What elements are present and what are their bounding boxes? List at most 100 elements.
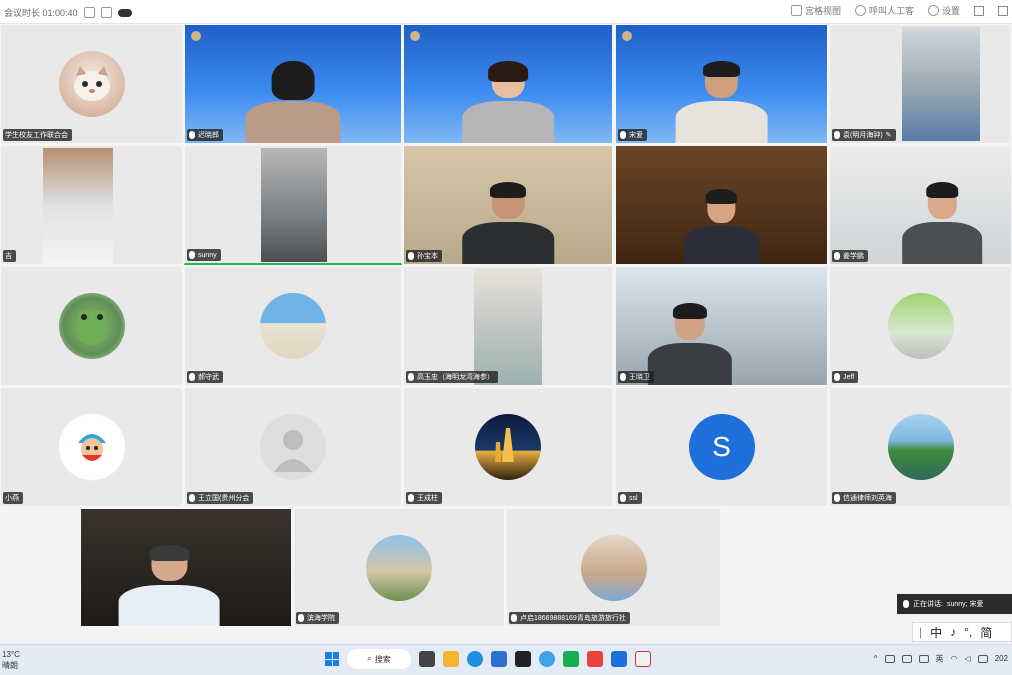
ime-simplified-button[interactable]: 简 <box>980 624 992 641</box>
wps-icon[interactable] <box>587 651 603 667</box>
editor-app-icon[interactable] <box>635 651 651 667</box>
maximize-icon[interactable] <box>998 5 1008 16</box>
wifi-icon[interactable]: ◠ <box>951 654 958 663</box>
battery-icon[interactable] <box>977 654 988 663</box>
keyboard-icon[interactable] <box>918 654 929 663</box>
letter-avatar: S <box>688 414 755 480</box>
participant-tile[interactable]: 卢启18669888169青岛旅游旅行社 <box>506 508 721 627</box>
participant-tile[interactable] <box>615 145 828 265</box>
meeting-toolbar: 会议时长 01:00:40 宫格视图 呼叫人工客 设置 <box>0 0 1012 24</box>
display-icon[interactable] <box>901 654 912 663</box>
volume-icon[interactable]: ◁ <box>964 654 970 663</box>
school-logo <box>191 31 201 41</box>
tencent-meeting-icon[interactable] <box>611 651 627 667</box>
windows-start-icon[interactable] <box>325 652 339 666</box>
participant-tile[interactable]: 学生校友工作联合会 <box>0 24 183 144</box>
participant-tile[interactable]: Jeff <box>829 266 1012 386</box>
participant-name: ssl <box>618 492 642 504</box>
ime-punct-button[interactable]: °, <box>964 625 972 639</box>
edit-icon[interactable] <box>100 7 112 18</box>
taskbar-search[interactable]: ⌕ 搜索 <box>347 649 411 669</box>
speaking-indicator: 正在讲话: sunny; 宋爱 <box>897 594 1012 614</box>
participant-name: Jeff <box>832 371 859 383</box>
minimize-icon[interactable] <box>974 5 984 16</box>
mic-icon <box>511 614 517 622</box>
layout-button[interactable]: 宫格视图 <box>790 4 841 17</box>
clock[interactable]: 202 <box>995 654 1008 663</box>
settings-icon <box>927 5 939 16</box>
participant-tile[interactable]: 姜学鹏 <box>829 145 1012 265</box>
participant-video <box>118 544 220 626</box>
edit-icon: ✎ <box>885 132 892 139</box>
cartoon-avatar <box>58 414 125 480</box>
participant-tile[interactable]: 信通律师刘英海 <box>829 387 1012 507</box>
participant-name: 小燕 <box>3 492 23 504</box>
participant-tile[interactable]: 袁(明月海钟) ✎ <box>829 24 1012 144</box>
mic-icon <box>408 252 414 260</box>
cloud-icon[interactable] <box>117 8 132 17</box>
meeting-duration: 会议时长 01:00:40 <box>4 8 78 18</box>
participant-tile[interactable]: 王晓卫 <box>615 266 828 386</box>
participant-name: 宋爱 <box>618 129 647 141</box>
ime-toolbar[interactable]: | 中 ♪ °, 简 <box>912 622 1012 642</box>
mic-icon <box>834 373 840 381</box>
participant-tile[interactable] <box>403 24 613 144</box>
weather-widget[interactable]: 13°C 晴朗 <box>2 649 20 671</box>
participant-name: 姜学鹏 <box>832 250 868 262</box>
participant-tile[interactable]: 吉 <box>0 145 183 265</box>
participant-name: 信通律师刘英海 <box>832 492 896 504</box>
participant-tile[interactable]: 郝守武 <box>184 266 402 386</box>
mic-icon <box>189 494 195 502</box>
participant-tile[interactable]: 小燕 <box>0 387 183 507</box>
ime-mode-button[interactable]: 中 <box>930 624 942 641</box>
participant-name: 卢启18669888169青岛旅游旅行社 <box>509 612 630 624</box>
participant-tile[interactable]: 迟晓郎 <box>184 24 402 144</box>
windows-taskbar: 13°C 晴朗 ⌕ 搜索 ^ 英 ◠ ◁ 202 <box>0 644 1012 675</box>
beach-avatar <box>260 293 326 359</box>
lake-avatar <box>887 414 954 480</box>
participant-tile[interactable]: 高玉忠（海明龙湾海参） <box>403 266 613 386</box>
wechat-icon[interactable] <box>563 651 579 667</box>
assistant-button[interactable]: 呼叫人工客 <box>854 4 914 17</box>
participant-tile[interactable]: 宋爱 <box>615 24 828 144</box>
participant-tile[interactable]: sunny <box>184 145 402 265</box>
participant-name: 吉 <box>3 250 16 262</box>
ime-grip-icon: | <box>919 625 923 639</box>
input-language[interactable]: 英 <box>936 653 944 664</box>
cloud-sync-icon[interactable] <box>884 654 895 663</box>
ime-moon-button[interactable]: ♪ <box>950 625 956 639</box>
frog-avatar <box>58 293 125 359</box>
participant-tile[interactable]: 王成柱 <box>403 387 613 507</box>
file-explorer-icon[interactable] <box>443 651 459 667</box>
share-icon[interactable] <box>83 7 95 18</box>
participant-tile[interactable] <box>0 266 183 386</box>
participant-name: 迟晓郎 <box>187 129 223 141</box>
participant-name: 袁(明月海钟) ✎ <box>832 129 896 141</box>
mic-icon <box>189 251 195 259</box>
task-view-icon[interactable] <box>419 651 435 667</box>
participant-tile[interactable]: 王立国(贵州分会 <box>184 387 402 507</box>
store-icon[interactable] <box>491 651 507 667</box>
mic-icon <box>620 494 626 502</box>
mic-icon <box>408 494 414 502</box>
cat-avatar <box>58 51 125 117</box>
participant-video <box>245 61 341 143</box>
system-tray: ^ 英 ◠ ◁ 202 <box>874 653 1008 664</box>
participant-tile[interactable]: 孙宝本 <box>403 145 613 265</box>
participant-tile[interactable] <box>80 508 292 627</box>
chevron-up-icon[interactable]: ^ <box>874 654 878 663</box>
participant-name: 王晓卫 <box>618 371 654 383</box>
browser-app-icon[interactable] <box>539 651 555 667</box>
participant-tile[interactable]: S ssl <box>615 387 828 507</box>
school-logo <box>622 31 632 41</box>
participant-name: 高玉忠（海明龙湾海参） <box>406 371 498 383</box>
mic-icon <box>620 373 626 381</box>
settings-button[interactable]: 设置 <box>927 4 960 17</box>
participant-name: 王立国(贵州分会 <box>187 492 254 504</box>
media-app-icon[interactable] <box>515 651 531 667</box>
video-grid: 学生校友工作联合会 迟晓郎 宋爱 袁(明月海钟) ✎ 吉 sunny 孙宝本 姜学… <box>0 24 1012 644</box>
mic-icon <box>189 131 195 139</box>
edge-browser-icon[interactable] <box>467 651 483 667</box>
participant-tile[interactable]: 滨海学院 <box>293 508 505 627</box>
participant-name: 郝守武 <box>187 371 223 383</box>
